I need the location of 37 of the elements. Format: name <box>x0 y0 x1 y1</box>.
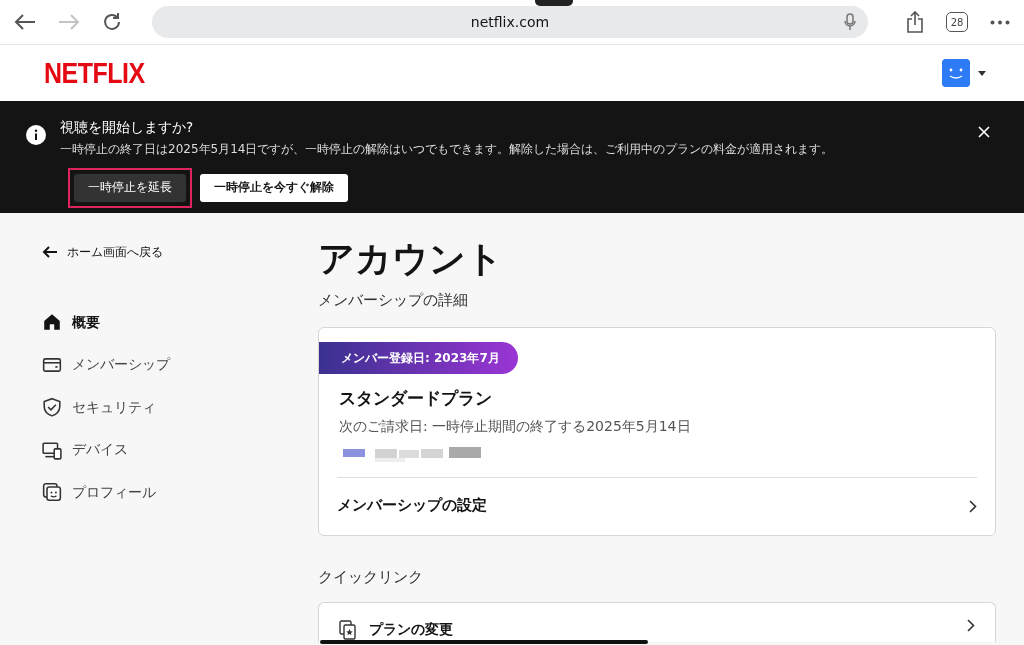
share-icon[interactable] <box>906 11 924 33</box>
tab-count-button[interactable]: 28 <box>946 12 968 32</box>
sidebar-item[interactable]: 概要 <box>42 301 318 344</box>
logo[interactable]: NETFLIX <box>44 58 145 88</box>
member-since-badge: メンバー登録日: 2023年7月 <box>319 342 518 375</box>
profile-avatar[interactable] <box>942 59 970 87</box>
section-heading: メンバーシップの詳細 <box>318 289 469 311</box>
billing-date: 次のご請求日: 一時停止期間の終了する2025年5月14日 <box>339 416 692 436</box>
cards-star-icon <box>339 619 357 640</box>
camera-notch <box>535 0 573 6</box>
caret-icon[interactable] <box>978 70 986 76</box>
back-icon[interactable] <box>14 13 36 31</box>
address-bar[interactable]: netflix.com <box>152 6 868 38</box>
banner-button[interactable]: 一時停止を今すぐ解除 <box>200 174 348 202</box>
quick-link[interactable]: プランの変更 <box>339 619 453 641</box>
chevron-icon <box>967 619 975 633</box>
microphone-icon[interactable] <box>844 13 856 31</box>
sidebar-item[interactable]: セキュリティ <box>42 386 318 429</box>
chevron-icon <box>969 499 977 513</box>
more-icon[interactable] <box>990 19 1010 25</box>
shield-icon <box>42 397 62 418</box>
reload-icon[interactable] <box>102 12 122 32</box>
section-heading: クイックリンク <box>318 566 424 588</box>
banner-title: 視聴を開始しますか? <box>60 118 195 137</box>
membership-settings-row[interactable]: メンバーシップの設定 <box>337 476 977 535</box>
info-icon <box>26 125 46 145</box>
sidebar-item[interactable]: プロフィール <box>42 471 318 514</box>
home-icon <box>42 312 62 333</box>
sidebar-item[interactable]: デバイス <box>42 428 318 471</box>
back-link[interactable]: ホーム画面へ戻る <box>42 243 163 261</box>
sidebar-item[interactable]: メンバーシップ <box>42 343 318 386</box>
banner-message: 一時停止の終了日は2025年5月14日ですが、一時停止の解除はいつでもできます。解除した場合は、ご利用中のプランの料金が適用されます。 <box>60 141 834 159</box>
profile-icon <box>42 482 62 503</box>
banner-button[interactable]: 一時停止を延長 <box>74 174 186 202</box>
back-arrow-icon <box>42 246 57 258</box>
plan-name: スタンダードプラン <box>339 387 493 411</box>
page-title: アカウント <box>318 239 504 279</box>
